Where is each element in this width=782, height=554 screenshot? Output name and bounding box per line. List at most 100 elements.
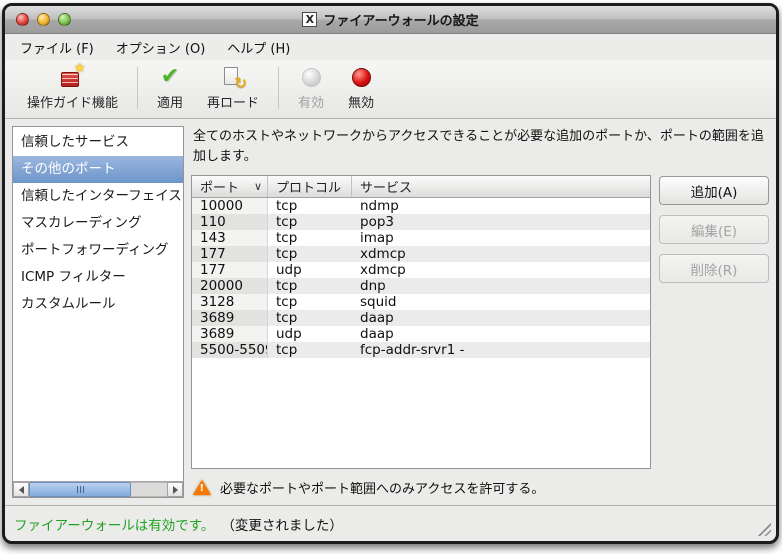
firewall-config-window: X ファイアーウォールの設定 ファイル (F)オプション (O)ヘルプ (H) … <box>2 3 779 544</box>
cell-port: 5500-5509 <box>192 342 268 358</box>
cell-service: xdmcp <box>352 262 650 278</box>
sidebar-item[interactable]: カスタムルール <box>13 291 183 318</box>
status-bar: ファイアーウォールは有効です。 （変更されました） <box>5 505 776 541</box>
toolbar-button-label: 適用 <box>157 92 183 111</box>
enable-sphere-icon <box>302 65 321 89</box>
toolbar-button-label: 操作ガイド機能 <box>27 92 118 111</box>
zoom-button[interactable] <box>58 13 71 26</box>
toolbar: ★ 操作ガイド機能 ✔ 適用 ↻ 再ロード 有効無効 <box>5 60 776 119</box>
main-panel: 全てのホストやネットワークからアクセスできることが必要な追加のポートか、ポートの… <box>191 126 769 498</box>
sidebar-item[interactable]: 信頼したサービス <box>13 129 183 156</box>
cell-protocol: udp <box>268 326 352 342</box>
edit-button: 編集(E) <box>659 215 769 244</box>
table-row[interactable]: 143tcpimap <box>192 230 650 246</box>
cell-protocol: tcp <box>268 310 352 326</box>
cell-port: 3689 <box>192 310 268 326</box>
toolbar-button-reload[interactable]: ↻ 再ロード <box>195 62 271 114</box>
sidebar-item[interactable]: マスカレーディング <box>13 210 183 237</box>
cell-service: xdmcp <box>352 246 650 262</box>
window-title: ファイアーウォールの設定 <box>323 10 478 29</box>
sidebar-item[interactable]: ポートフォワーディング <box>13 237 183 264</box>
table-wrap: ポート∨プロトコルサービス 10000tcpndmp110tcppop3143t… <box>191 175 651 498</box>
toolbar-button-wizard[interactable]: ★ 操作ガイド機能 <box>15 62 130 114</box>
cell-port: 3689 <box>192 326 268 342</box>
cell-port: 177 <box>192 246 268 262</box>
table-row[interactable]: 177tcpxdmcp <box>192 246 650 262</box>
reload-icon: ↻ <box>222 65 244 89</box>
chevron-right-icon <box>173 486 178 494</box>
page-description: 全てのホストやネットワークからアクセスできることが必要な追加のポートか、ポートの… <box>193 127 767 167</box>
menu-item-file[interactable]: ファイル (F) <box>9 35 105 60</box>
table-row[interactable]: 177udpxdmcp <box>192 262 650 278</box>
column-header-label: サービス <box>360 177 412 196</box>
sidebar-item[interactable]: ICMP フィルター <box>13 264 183 291</box>
scrollbar-thumb[interactable] <box>29 482 131 497</box>
cell-port: 20000 <box>192 278 268 294</box>
cell-protocol: udp <box>268 262 352 278</box>
cell-port: 143 <box>192 230 268 246</box>
menu-bar: ファイル (F)オプション (O)ヘルプ (H) <box>5 34 776 60</box>
wizard-icon: ★ <box>61 65 85 89</box>
column-header-label: ポート <box>200 177 239 196</box>
cell-port: 10000 <box>192 198 268 214</box>
menu-item-help[interactable]: ヘルプ (H) <box>216 35 301 60</box>
sidebar-horizontal-scrollbar[interactable] <box>13 481 183 497</box>
toolbar-button-label: 有効 <box>298 92 324 111</box>
warning-triangle-icon <box>193 480 211 495</box>
cell-protocol: tcp <box>268 198 352 214</box>
toolbar-button-disable[interactable]: 無効 <box>336 62 386 114</box>
cell-protocol: tcp <box>268 246 352 262</box>
sort-indicator-icon: ∨ <box>254 180 262 193</box>
scroll-left-button[interactable] <box>13 482 29 497</box>
resize-grip[interactable] <box>756 521 771 536</box>
warning-row: 必要なポートやポート範囲へのみアクセスを許可する。 <box>191 476 651 498</box>
table-row[interactable]: 3689udpdaap <box>192 326 650 342</box>
title-bar[interactable]: X ファイアーウォールの設定 <box>5 6 776 34</box>
toolbar-button-apply[interactable]: ✔ 適用 <box>145 62 195 114</box>
toolbar-separator <box>278 67 279 109</box>
cell-service: daap <box>352 310 650 326</box>
cell-service: fcp-addr-srvr1 - <box>352 342 650 358</box>
status-text: ファイアーウォールは有効です。 <box>14 514 214 534</box>
minimize-button[interactable] <box>37 13 50 26</box>
add-button[interactable]: 追加(A) <box>659 176 769 205</box>
column-header-service[interactable]: サービス <box>352 176 650 197</box>
cell-port: 110 <box>192 214 268 230</box>
close-button[interactable] <box>16 13 29 26</box>
cell-protocol: tcp <box>268 230 352 246</box>
cell-service: dnp <box>352 278 650 294</box>
cell-service: squid <box>352 294 650 310</box>
apply-check-icon: ✔ <box>161 65 179 89</box>
table-row[interactable]: 3128tcpsquid <box>192 294 650 310</box>
menu-item-options[interactable]: オプション (O) <box>105 35 217 60</box>
table-row[interactable]: 20000tcpdnp <box>192 278 650 294</box>
cell-port: 177 <box>192 262 268 278</box>
sidebar: 信頼したサービスその他のポート信頼したインターフェイスマスカレーディングポートフ… <box>12 126 184 498</box>
cell-service: pop3 <box>352 214 650 230</box>
sidebar-item[interactable]: 信頼したインターフェイス <box>13 183 183 210</box>
column-header-protocol[interactable]: プロトコル <box>268 176 352 197</box>
cell-service: ndmp <box>352 198 650 214</box>
cell-protocol: tcp <box>268 342 352 358</box>
sidebar-item[interactable]: その他のポート <box>13 156 183 183</box>
scroll-right-button[interactable] <box>167 482 183 497</box>
table-row[interactable]: 5500-5509tcpfcp-addr-srvr1 - <box>192 342 650 358</box>
toolbar-button-enable: 有効 <box>286 62 336 114</box>
scrollbar-track[interactable] <box>29 482 167 497</box>
column-header-port[interactable]: ポート ∨ <box>192 176 268 197</box>
title-group: X ファイアーウォールの設定 <box>302 10 478 29</box>
disable-sphere-icon <box>352 65 371 89</box>
window-controls <box>16 6 71 33</box>
table-row[interactable]: 10000tcpndmp <box>192 198 650 214</box>
ports-table: ポート∨プロトコルサービス 10000tcpndmp110tcppop3143t… <box>191 175 651 469</box>
toolbar-button-label: 再ロード <box>207 92 259 111</box>
window-icon: X <box>302 12 317 27</box>
scrollbar-grip-icon <box>77 486 84 493</box>
column-header-label: プロトコル <box>276 177 341 196</box>
content-area: 信頼したサービスその他のポート信頼したインターフェイスマスカレーディングポートフ… <box>5 119 776 505</box>
table-header: ポート ∨ プロトコルサービス <box>192 176 650 198</box>
table-row[interactable]: 110tcppop3 <box>192 214 650 230</box>
cell-service: imap <box>352 230 650 246</box>
sidebar-list: 信頼したサービスその他のポート信頼したインターフェイスマスカレーディングポートフ… <box>13 127 183 481</box>
table-row[interactable]: 3689tcpdaap <box>192 310 650 326</box>
